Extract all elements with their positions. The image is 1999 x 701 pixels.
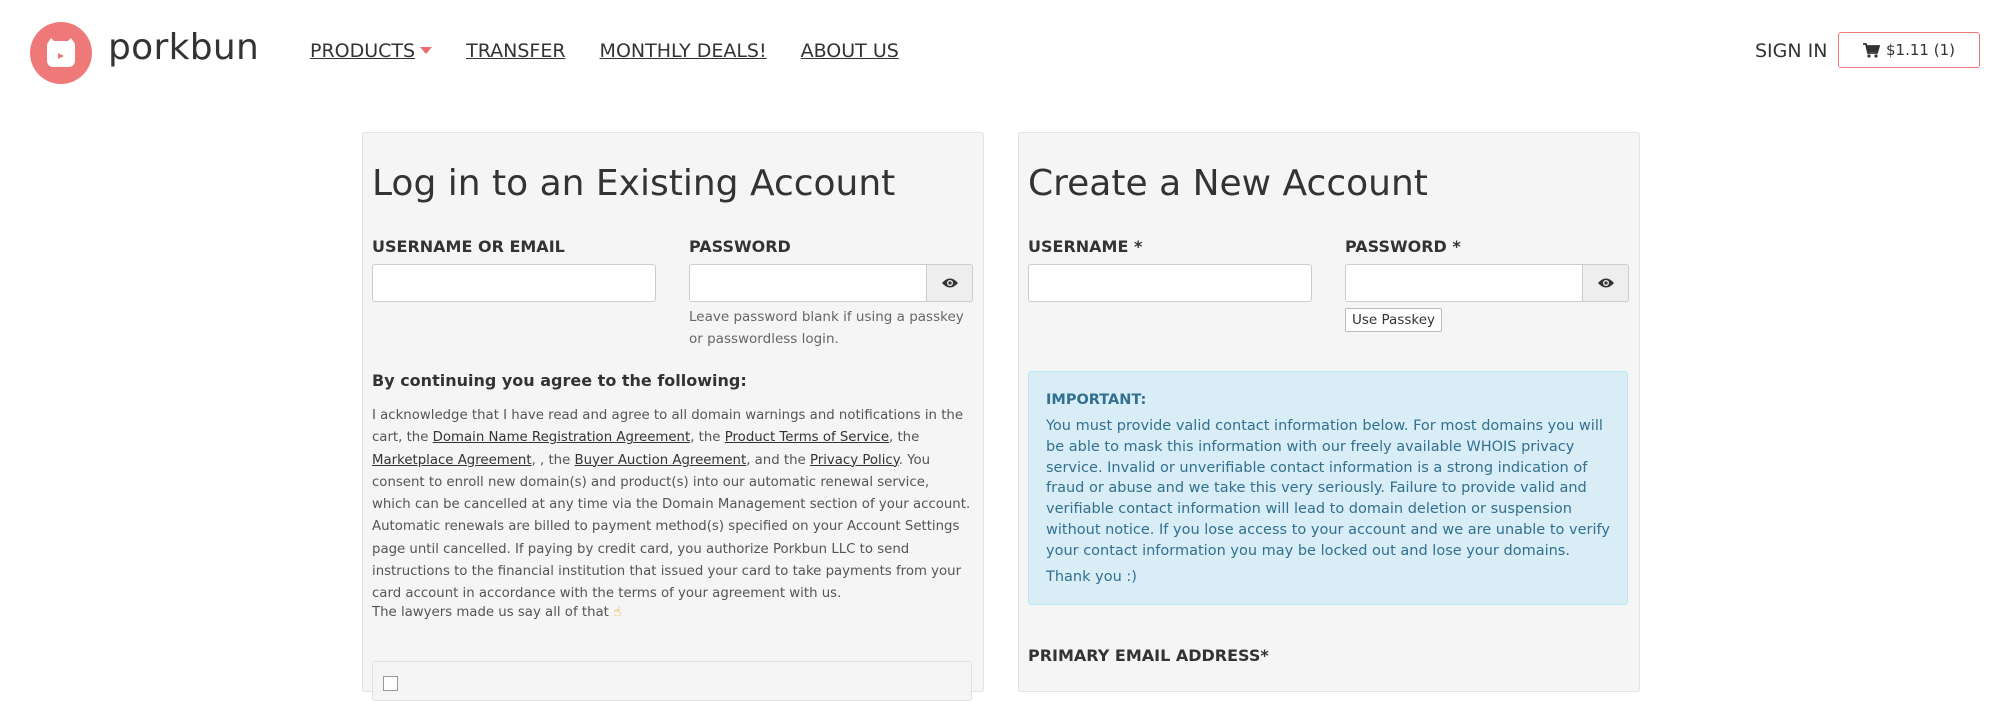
legal-text-part: , and the — [746, 452, 810, 468]
marketplace-agreement-link[interactable]: Marketplace Agreement — [372, 453, 532, 468]
nav-products[interactable]: PRODUCTS — [310, 40, 433, 62]
cart-icon — [1863, 42, 1881, 58]
important-alert: IMPORTANT: You must provide valid contac… — [1028, 371, 1628, 605]
nav-products-label: PRODUCTS — [310, 40, 416, 62]
eye-icon — [941, 278, 958, 288]
privacy-policy-link[interactable]: Privacy Policy — [810, 453, 899, 468]
signup-panel: Create a New Account USERNAME * PASSWORD… — [1018, 132, 1640, 692]
login-username-label: USERNAME OR EMAIL — [372, 237, 565, 256]
primary-email-label: PRIMARY EMAIL ADDRESS* — [1028, 646, 1269, 665]
signup-show-password-button[interactable] — [1583, 264, 1629, 302]
pointing-hand-icon: ☝ — [613, 605, 622, 620]
signup-title: Create a New Account — [1028, 163, 1428, 204]
main-nav: PRODUCTS TRANSFER MONTHLY DEALS! ABOUT U… — [310, 40, 933, 62]
lawyers-note-text: The lawyers made us say all of that — [372, 605, 609, 620]
alert-heading: IMPORTANT: — [1046, 392, 1147, 408]
alert-body: You must provide valid contact informati… — [1046, 418, 1610, 559]
brand-name: porkbun — [108, 26, 260, 68]
remember-checkbox-row[interactable] — [372, 661, 972, 701]
eye-icon — [1597, 278, 1614, 288]
buyer-auction-agreement-link[interactable]: Buyer Auction Agreement — [575, 453, 747, 468]
cart-total: $1.11 (1) — [1886, 41, 1955, 59]
login-password-label: PASSWORD — [689, 237, 791, 256]
top-navbar: porkbun PRODUCTS TRANSFER MONTHLY DEALS!… — [0, 0, 1999, 100]
product-terms-link[interactable]: Product Terms of Service — [725, 430, 889, 445]
signup-password-label: PASSWORD * — [1345, 237, 1461, 256]
logo[interactable]: porkbun — [30, 22, 259, 84]
cart-button[interactable]: $1.11 (1) — [1838, 32, 1980, 68]
login-title: Log in to an Existing Account — [372, 163, 896, 204]
sign-in-link[interactable]: SIGN IN — [1755, 40, 1827, 62]
legal-text-part: , the — [889, 430, 920, 446]
legal-text-part: . You consent to enroll new domain(s) an… — [372, 452, 971, 602]
password-hint: Leave password blank if using a passkey … — [689, 309, 964, 347]
signup-password-input[interactable] — [1345, 264, 1583, 302]
pig-logo-icon — [30, 22, 92, 84]
agreement-heading: By continuing you agree to the following… — [372, 371, 747, 390]
checkbox[interactable] — [383, 676, 398, 691]
nav-about-us[interactable]: ABOUT US — [801, 40, 899, 62]
legal-text: I acknowledge that I have read and agree… — [372, 405, 972, 606]
alert-thanks: Thank you :) — [1046, 569, 1137, 585]
legal-text-part: , the — [690, 430, 725, 446]
lawyers-note: The lawyers made us say all of that ☝ — [372, 605, 621, 620]
legal-text-part: , , the — [531, 452, 575, 468]
login-panel: Log in to an Existing Account USERNAME O… — [362, 132, 984, 701]
signup-username-label: USERNAME * — [1028, 237, 1143, 256]
caret-down-icon — [420, 47, 433, 54]
nav-transfer[interactable]: TRANSFER — [466, 40, 565, 62]
nav-monthly-deals[interactable]: MONTHLY DEALS! — [600, 40, 767, 62]
login-show-password-button[interactable] — [927, 264, 973, 302]
signup-username-input[interactable] — [1028, 264, 1312, 302]
domain-registration-agreement-link[interactable]: Domain Name Registration Agreement — [433, 430, 691, 445]
login-username-input[interactable] — [372, 264, 656, 302]
use-passkey-button[interactable]: Use Passkey — [1345, 308, 1443, 332]
login-password-input[interactable] — [689, 264, 927, 302]
